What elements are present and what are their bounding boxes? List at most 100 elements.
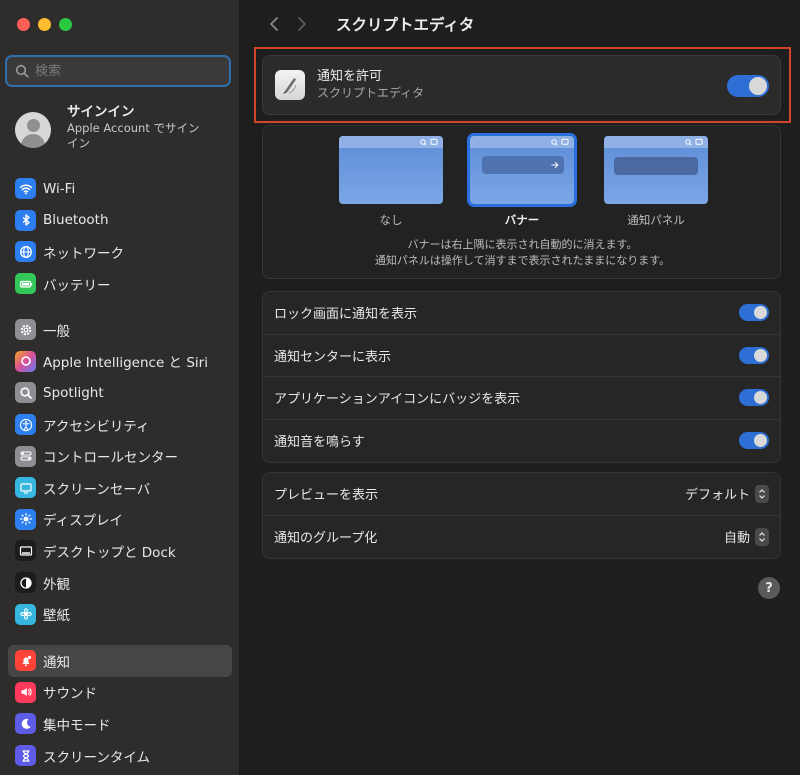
grouping-select[interactable]: 自動 [724,527,769,546]
sidebar-item-appearance[interactable]: 外観 [8,567,232,599]
sidebar-item-bluetooth[interactable]: Bluetooth [8,205,232,237]
toggle-row-lock-screen: ロック画面に通知を表示 [263,292,780,335]
row-label: 通知音を鳴らす [274,435,365,451]
sidebar-item-wallpaper[interactable]: 壁紙 [8,598,232,630]
allow-title: 通知を許可 [317,69,383,84]
allow-notifications-toggle[interactable] [727,75,769,97]
sidebar-group-system: 一般 Apple Intelligence と Siri Spotlight ア… [8,314,232,630]
sidebar-item-screen-time[interactable]: スクリーンタイム [8,740,232,772]
sidebar-item-spotlight[interactable]: Spotlight [8,377,232,409]
notification-toggles-group: ロック画面に通知を表示 通知センターに表示 アプリケーションアイコンにバッジを表… [262,291,781,463]
sidebar-item-label: スクリーンタイム [43,749,151,766]
sidebar-item-battery[interactable]: バッテリー [8,268,232,300]
sidebar-item-label: スクリーンセーバ [43,481,151,498]
sidebar-item-control-center[interactable]: コントロールセンター [8,440,232,472]
preview-grouping-group: プレビューを表示 デフォルト 通知のグループ化 自動 [262,472,781,559]
settings-window: サインイン Apple Account でサインイン Wi-Fi Bluetoo… [0,0,800,775]
sidebar-item-label: ネットワーク [43,245,124,262]
sidebar-item-label: ディスプレイ [43,513,124,530]
chevron-right-icon [298,17,306,31]
row-label: アプリケーションアイコンにバッジを表示 [274,392,521,408]
sun-icon [15,508,36,530]
row-label: 通知センターに表示 [274,349,392,365]
updown-chevron-icon [755,484,769,503]
row-label: プレビューを表示 [274,488,379,504]
sidebar-item-focus[interactable]: 集中モード [8,708,232,740]
battery-icon [15,273,36,295]
sidebar-group-network: Wi-Fi Bluetooth ネットワーク バッテリー [8,173,232,299]
preview-select[interactable]: デフォルト [685,484,769,503]
select-row-preview: プレビューを表示 デフォルト [263,473,780,516]
script-editor-app-icon [275,70,305,100]
gear-icon [15,319,36,341]
accessibility-icon [15,414,36,436]
magnifier-icon [15,382,36,404]
toggle-row-badge: アプリケーションアイコンにバッジを表示 [263,377,780,420]
sidebar-item-network[interactable]: ネットワーク [8,236,232,268]
sidebar-item-wifi[interactable]: Wi-Fi [8,173,232,205]
dock-icon [15,540,36,562]
globe-icon [15,241,36,263]
sound-toggle[interactable] [739,432,769,450]
forward-button[interactable] [288,10,316,38]
appearance-icon [15,572,36,594]
search-input[interactable] [35,63,215,79]
sidebar-item-label: Apple Intelligence と Siri [43,355,208,372]
sidebar-item-sound[interactable]: サウンド [8,677,232,709]
sidebar-item-label: 通知 [43,654,70,671]
account-sign-in[interactable]: サインイン Apple Account でサインイン [15,103,207,151]
hourglass-icon [15,745,36,767]
sidebar-item-notifications[interactable]: 通知 [8,645,232,677]
sidebar-item-desktop-dock[interactable]: デスクトップと Dock [8,535,232,567]
sidebar-item-label: 一般 [43,323,70,340]
moon-icon [15,713,36,735]
sidebar-item-apple-intelligence-siri[interactable]: Apple Intelligence と Siri [8,346,232,378]
alert-style-banner[interactable]: バナー [467,133,577,228]
sidebar-item-label: サウンド [43,686,97,703]
alert-style-card: なし バナー 通知パネル バナーは右上隅に表示され自動的に消えます。 通知パネル… [262,125,781,279]
toggle-row-notification-center: 通知センターに表示 [263,335,780,377]
toggle-row-sound: 通知音を鳴らす [263,420,780,463]
bluetooth-icon [15,209,36,231]
sidebar-item-label: コントロールセンター [43,450,178,467]
alert-style-none[interactable]: なし [339,136,443,228]
minimize-window-button[interactable] [38,18,51,31]
back-button[interactable] [260,10,288,38]
main-pane: スクリプトエディタ 通知を許可 スクリプトエディタ なし バナー 通知パネル バ… [240,0,800,775]
sidebar-item-screensaver[interactable]: スクリーンセーバ [8,472,232,504]
sidebar-item-general[interactable]: 一般 [8,314,232,346]
sidebar-item-label: Bluetooth [43,212,109,229]
wallpaper-icon [15,603,36,625]
lock-screen-toggle[interactable] [739,304,769,322]
help-button[interactable]: ? [758,577,780,599]
select-value: デフォルト [684,488,750,504]
wifi-icon [15,178,36,200]
sidebar-item-label: 外観 [43,576,70,593]
alert-style-banner-preview [467,133,577,207]
row-label: ロック画面に通知を表示 [274,307,418,323]
arrow-right-icon [551,161,559,169]
sidebar-group-notifications: 通知 サウンド 集中モード スクリーンタイム [8,645,232,771]
notification-center-toggle[interactable] [739,346,769,364]
siri-icon [15,350,36,372]
sidebar-item-label: 壁紙 [43,608,70,625]
alert-style-label: バナー [504,213,540,227]
select-row-grouping: 通知のグループ化 自動 [263,516,780,559]
search-field[interactable] [5,55,231,87]
search-icon [15,64,29,78]
sidebar-item-label: アクセシビリティ [43,418,150,435]
sidebar-item-accessibility[interactable]: アクセシビリティ [8,409,232,441]
chevron-left-icon [270,17,278,31]
account-title: サインイン [67,104,135,120]
bell-icon [15,650,36,672]
screensaver-icon [15,477,36,499]
zoom-window-button[interactable] [59,18,72,31]
control-center-icon [15,445,36,467]
sidebar-item-display[interactable]: ディスプレイ [8,504,232,536]
badge-toggle[interactable] [739,389,769,407]
alert-style-alerts[interactable]: 通知パネル [604,136,708,228]
alert-style-description: バナーは右上隅に表示され自動的に消えます。 通知パネルは操作して消すまで表示され… [374,238,671,267]
alert-style-label: 通知パネル [627,213,685,227]
updown-chevron-icon [755,527,769,546]
close-window-button[interactable] [17,18,30,31]
